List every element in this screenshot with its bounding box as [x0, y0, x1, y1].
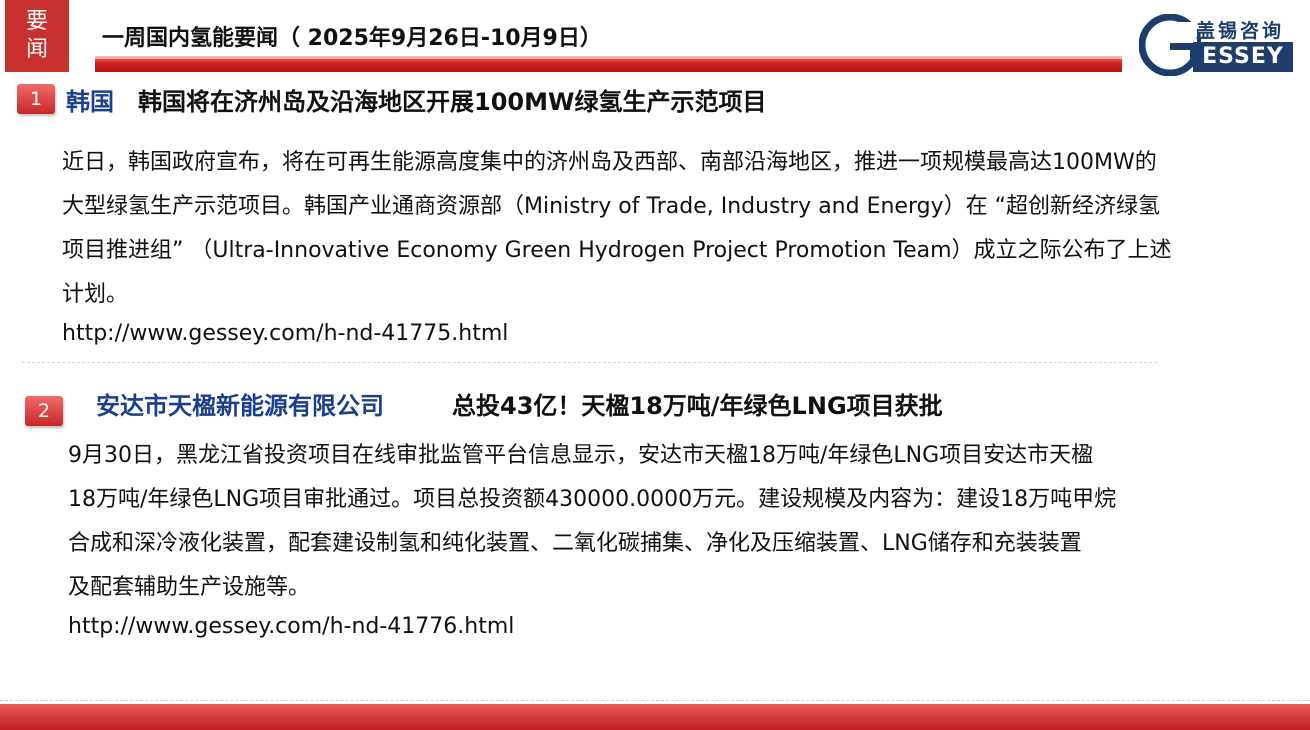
item-source-link[interactable]: http://www.gessey.com/h-nd-41776.html	[68, 614, 514, 639]
item-number-badge: 2	[25, 396, 63, 426]
header-rule	[95, 56, 1122, 72]
item-body-line: 合成和深冷液化装置，配套建设制氢和纯化装置、二氧化碳捕集、净化及压缩装置、LNG…	[68, 531, 1082, 556]
company-logo: G 盖锡咨询 ESSEY	[1137, 12, 1295, 76]
item-number-badge: 1	[17, 84, 55, 114]
item-org: 安达市天楹新能源有限公司	[96, 392, 384, 420]
logo-g-icon: G	[1139, 14, 1201, 76]
item-headline: 韩国将在济州岛及沿海地区开展100MW绿氢生产示范项目	[138, 88, 767, 116]
logo-latin-text: ESSEY	[1193, 42, 1293, 72]
item-body-line: 近日，韩国政府宣布，将在可再生能源高度集中的济州岛及西部、南部沿海地区，推进一项…	[62, 150, 1157, 175]
item-source-link[interactable]: http://www.gessey.com/h-nd-41775.html	[62, 321, 508, 346]
footer-bar	[0, 704, 1310, 730]
item-org: 韩国	[66, 88, 114, 116]
section-tag-char-2: 闻	[25, 37, 48, 62]
item-body-line: 计划。	[62, 282, 129, 307]
section-tag-char-1: 要	[25, 9, 48, 34]
item-body-line: 大型绿氢生产示范项目。韩国产业通商资源部（Ministry of Trade, …	[62, 194, 1160, 219]
section-tag: 要 闻	[5, 0, 69, 72]
page-title: 一周国内氢能要闻（ 2025年9月26日-10月9日）	[102, 26, 602, 51]
logo-initial: G	[1157, 53, 1158, 55]
item-headline: 总投43亿！天楹18万吨/年绿色LNG项目获批	[452, 392, 943, 420]
item-body-line: 及配套辅助生产设施等。	[68, 575, 311, 600]
item-separator	[22, 362, 1157, 363]
item-body-line: 9月30日，黑龙江省投资项目在线审批监管平台信息显示，安达市天楹18万吨/年绿色…	[68, 443, 1094, 468]
item-body-line: 项目推进组” （Ultra-Innovative Economy Green H…	[62, 238, 1172, 263]
logo-chinese-text: 盖锡咨询	[1196, 20, 1285, 42]
item-body-line: 18万吨/年绿色LNG项目审批通过。项目总投资额430000.0000万元。建设…	[68, 487, 1117, 512]
